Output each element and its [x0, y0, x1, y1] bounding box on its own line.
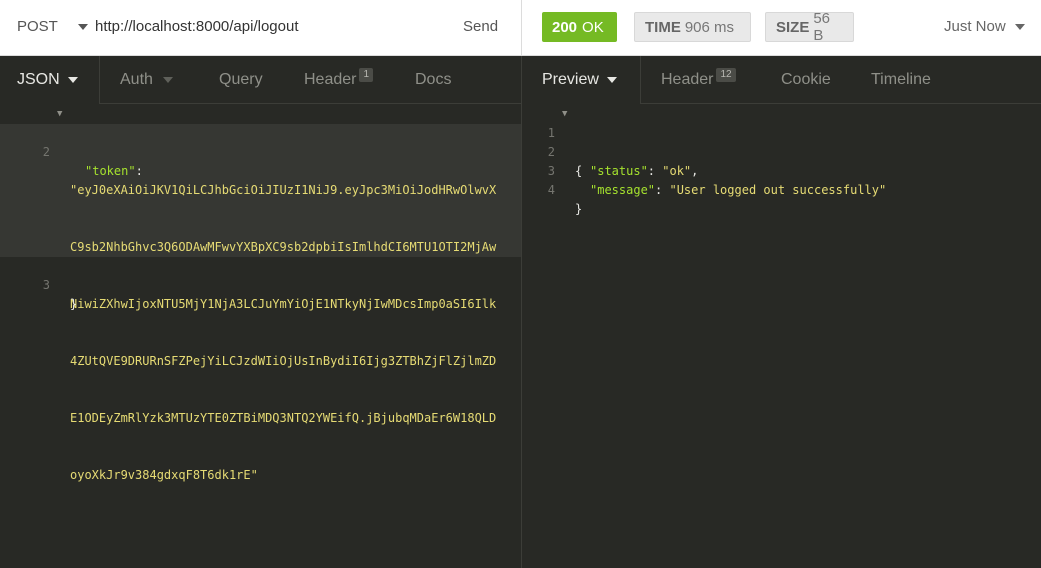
caret-down-icon: [67, 77, 78, 83]
code-line: 2 "status": "ok",: [522, 124, 1041, 178]
caret-down-icon: [1014, 23, 1025, 30]
caret-down-icon: [77, 23, 88, 30]
response-preview[interactable]: 1 ▼ { 2 "status": "ok", 3 "message": "Us…: [522, 105, 1041, 216]
size-value: 56 B: [813, 10, 831, 44]
code-line: 4 }: [522, 162, 1041, 216]
request-body-editor[interactable]: 1 ▼ { 2 "token": "eyJ0eXAiOiJKV1QiLCJhbG…: [0, 105, 521, 482]
tab-label: Cookie: [781, 71, 831, 88]
request-tabs: JSON Auth Query Header 1 Docs: [0, 56, 521, 104]
tab-label: Header: [304, 71, 357, 88]
code-line: 3 }: [0, 257, 521, 311]
status-text: OK: [582, 18, 604, 36]
tab-timeline[interactable]: Timeline: [850, 56, 950, 104]
fold-caret-icon[interactable]: ▼: [562, 105, 567, 124]
size-badge: SIZE 56 B: [765, 10, 854, 44]
token-value-line: C9sb2NhbGhvc3Q6ODAwMFwvYXBpXC9sb2dpbiIsI…: [70, 240, 497, 254]
token-value-line: NiwiZXhwIjoxNTU5MjY1NjA3LCJuYmYiOjE1NTky…: [70, 297, 497, 311]
time-badge: TIME 906 ms: [634, 12, 751, 42]
tab-docs[interactable]: Docs: [396, 56, 476, 104]
top-bar: POST Send 200 OK TIME 906 ms SIZE 56 B J…: [0, 0, 1041, 56]
url-input[interactable]: [95, 18, 425, 35]
tab-label: JSON: [17, 71, 60, 88]
close-brace: }: [575, 202, 583, 216]
tab-header[interactable]: Header 1: [284, 56, 396, 104]
message-entry: "message": "User logged out successfully…: [590, 183, 887, 197]
tab-label: Header: [661, 71, 714, 88]
tab-label: Auth: [120, 71, 153, 88]
token-value-line: 4ZUtQVE9DRURnSFZPejYiLCJzdWIiOjUsInBydiI…: [70, 354, 497, 368]
status-code: 200: [552, 18, 578, 36]
send-button[interactable]: Send: [463, 18, 498, 35]
token-value: "eyJ0eXAiOiJKV1QiLCJhbGciOiJIUzI1NiJ9.ey…: [70, 143, 496, 523]
time-value: 906 ms: [684, 18, 735, 36]
history-dropdown[interactable]: Just Now: [944, 18, 1025, 35]
method-label: POST: [17, 18, 58, 35]
tab-auth[interactable]: Auth: [100, 56, 198, 104]
size-label: SIZE: [776, 18, 810, 36]
topbar-divider: [521, 0, 522, 56]
close-brace: }: [70, 297, 78, 311]
code-line-token: 2 "token": "eyJ0eXAiOiJKV1QiLCJhbGciOiJI…: [0, 124, 521, 482]
tab-preview[interactable]: Preview: [522, 56, 641, 104]
tab-label: Timeline: [871, 71, 931, 88]
response-tabs: Preview Header 12 Cookie Timeline: [522, 56, 1041, 104]
tab-json[interactable]: JSON: [0, 56, 100, 104]
caret-down-icon: [606, 77, 617, 83]
message-value: "User logged out successfully": [669, 183, 887, 197]
tab-query[interactable]: Query: [198, 56, 284, 104]
code-line: 3 "message": "User logged out successful…: [522, 143, 1041, 197]
header-count-badge: 12: [716, 68, 736, 82]
header-count-badge: 1: [359, 68, 374, 82]
line-number: 3: [42, 278, 50, 292]
status-badge: 200 OK: [542, 12, 617, 42]
time-label: TIME: [645, 18, 681, 36]
code-line: 1 ▼ {: [0, 105, 521, 178]
fold-caret-icon[interactable]: ▼: [57, 105, 62, 124]
tab-response-header[interactable]: Header 12: [641, 56, 759, 104]
tab-label: Preview: [542, 71, 599, 88]
tab-label: Query: [219, 71, 263, 88]
tab-cookie[interactable]: Cookie: [759, 56, 850, 104]
token-value-line: oyoXkJr9v384gdxqF8T6dk1rE": [70, 468, 258, 482]
token-value-line: "eyJ0eXAiOiJKV1QiLCJhbGciOiJIUzI1NiJ9.ey…: [70, 183, 497, 197]
line-number: 2: [42, 145, 50, 159]
token-value-line: E1ODEyZmRlYzk3MTUzYTE0ZTBiMDQ3NTQ2YWEifQ…: [70, 411, 497, 425]
code-line: 1 ▼ {: [522, 105, 1041, 178]
history-label: Just Now: [944, 18, 1006, 35]
method-dropdown[interactable]: POST: [17, 18, 88, 35]
tab-label: Docs: [415, 71, 452, 88]
message-key: "message": [590, 183, 656, 197]
line-number: 4: [547, 183, 555, 197]
caret-down-icon: [162, 77, 173, 83]
